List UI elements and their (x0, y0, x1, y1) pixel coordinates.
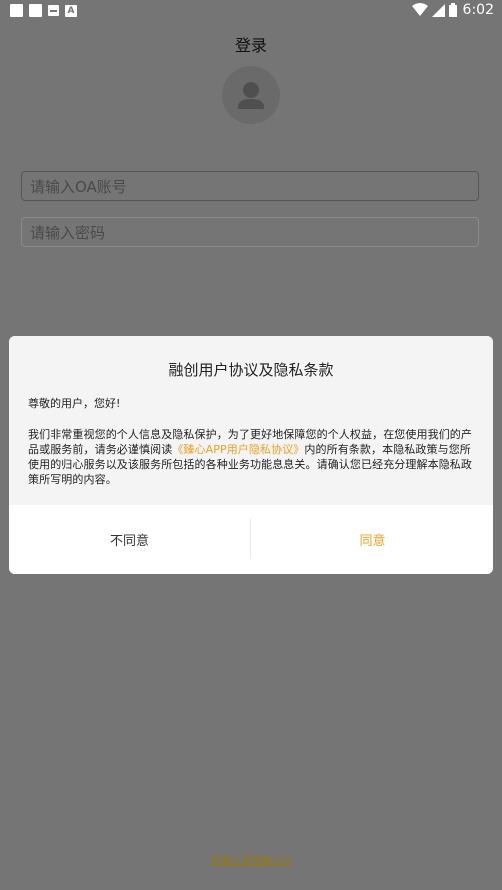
avatar (222, 66, 280, 124)
account-placeholder: 请输入OA账号 (30, 178, 127, 196)
notification-icons: A (10, 4, 77, 17)
dialog-title: 融创用户协议及隐私条款 (168, 361, 334, 379)
agree-button[interactable]: 同意 (252, 505, 493, 574)
privacy-agreement-link[interactable]: 《臻心APP用户隐私协议》 (172, 443, 304, 456)
button-divider (250, 519, 251, 559)
notification-icon (10, 4, 23, 17)
font-icon: A (65, 4, 77, 17)
battery-icon (448, 3, 457, 17)
page-title: 登录 (234, 36, 267, 55)
dialog-greeting: 尊敬的用户，您好! (28, 397, 121, 410)
signal-icon (431, 3, 445, 17)
account-input[interactable]: 请输入OA账号 (21, 171, 479, 201)
wifi-icon (411, 3, 428, 16)
dialog-body: 融创用户协议及隐私条款 尊敬的用户，您好! 我们非常重视您的个人信息及隐私保护，… (9, 336, 493, 505)
disagree-button[interactable]: 不同意 (9, 505, 250, 574)
user-icon (238, 82, 264, 109)
notification-icon (29, 4, 42, 17)
privacy-dialog: 融创用户协议及隐私条款 尊敬的用户，您好! 我们非常重视您的个人信息及隐私保护，… (9, 336, 493, 574)
system-icons: 6:02 (411, 2, 494, 18)
status-time: 6:02 (462, 2, 494, 18)
status-bar: A 6:02 (0, 0, 502, 24)
outside-login-link[interactable]: 外部人员登录入口 (0, 852, 502, 867)
password-input[interactable]: 请输入密码 (21, 217, 479, 247)
dialog-paragraph: 我们非常重视您的个人信息及隐私保护，为了更好地保障您的个人权益，在您使用我们的产… (28, 427, 478, 487)
message-icon (48, 5, 59, 16)
password-placeholder: 请输入密码 (30, 224, 106, 242)
